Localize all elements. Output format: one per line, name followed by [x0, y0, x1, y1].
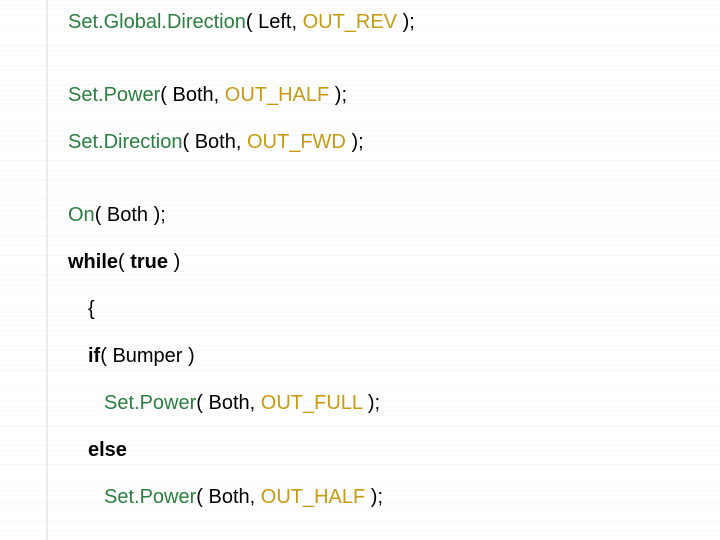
paren-close: ) — [168, 251, 180, 273]
arg: Left — [258, 11, 291, 33]
code-line-7: if( Bumper ) — [68, 344, 720, 369]
code-line-6: { — [68, 297, 720, 322]
sep: , — [250, 486, 261, 508]
fn-name: Set.Global.Direction — [68, 11, 246, 33]
sep: , — [291, 11, 302, 33]
code-line-3: Set.Direction( Both, OUT_FWD ); — [68, 130, 720, 155]
const: OUT_FWD — [247, 131, 346, 153]
paren-open: ( — [95, 204, 107, 226]
code-line-8: Set.Power( Both, OUT_FULL ); — [68, 391, 720, 416]
brace-open: { — [88, 298, 95, 320]
paren-close: ); — [346, 131, 364, 153]
arg: Both — [208, 392, 249, 414]
paren-close: ) — [182, 345, 194, 367]
code-line-9: else — [68, 438, 720, 463]
code-line-4: On( Both ); — [68, 203, 720, 228]
arg: Both — [208, 486, 249, 508]
paren-open: ( — [246, 11, 258, 33]
code-block: Set.Global.Direction( Left, OUT_REV ); S… — [0, 0, 720, 510]
sep: , — [214, 84, 225, 106]
arg: Both — [172, 84, 213, 106]
code-line-2: Set.Power( Both, OUT_HALF ); — [68, 83, 720, 108]
paren-close: ); — [365, 486, 383, 508]
paren-open: ( — [100, 345, 112, 367]
paren-open: ( — [183, 131, 195, 153]
sep: , — [236, 131, 247, 153]
keyword-else: else — [88, 439, 127, 461]
keyword-while: while — [68, 251, 118, 273]
paren-close: ); — [397, 11, 415, 33]
code-line-10: Set.Power( Both, OUT_HALF ); — [68, 485, 720, 510]
fn-name: Set.Power — [68, 84, 160, 106]
paren-open: ( — [196, 486, 208, 508]
paren-close: ); — [148, 204, 166, 226]
keyword-if: if — [88, 345, 100, 367]
arg: Bumper — [112, 345, 182, 367]
paren-open: ( — [196, 392, 208, 414]
fn-name: On — [68, 204, 95, 226]
code-line-5: while( true ) — [68, 250, 720, 275]
sep: , — [250, 392, 261, 414]
const: OUT_HALF — [261, 486, 365, 508]
const: OUT_FULL — [261, 392, 363, 414]
arg: Both — [107, 204, 148, 226]
paren-open: ( — [118, 251, 130, 273]
blank-line — [68, 57, 720, 83]
arg: Both — [195, 131, 236, 153]
paren-open: ( — [160, 84, 172, 106]
code-line-1: Set.Global.Direction( Left, OUT_REV ); — [68, 10, 720, 35]
const: OUT_REV — [303, 11, 397, 33]
fn-name: Set.Power — [104, 392, 196, 414]
paren-close: ); — [362, 392, 380, 414]
const: OUT_HALF — [225, 84, 329, 106]
fn-name: Set.Direction — [68, 131, 183, 153]
keyword-true: true — [130, 251, 168, 273]
fn-name: Set.Power — [104, 486, 196, 508]
blank-line — [68, 177, 720, 203]
paren-close: ); — [329, 84, 347, 106]
